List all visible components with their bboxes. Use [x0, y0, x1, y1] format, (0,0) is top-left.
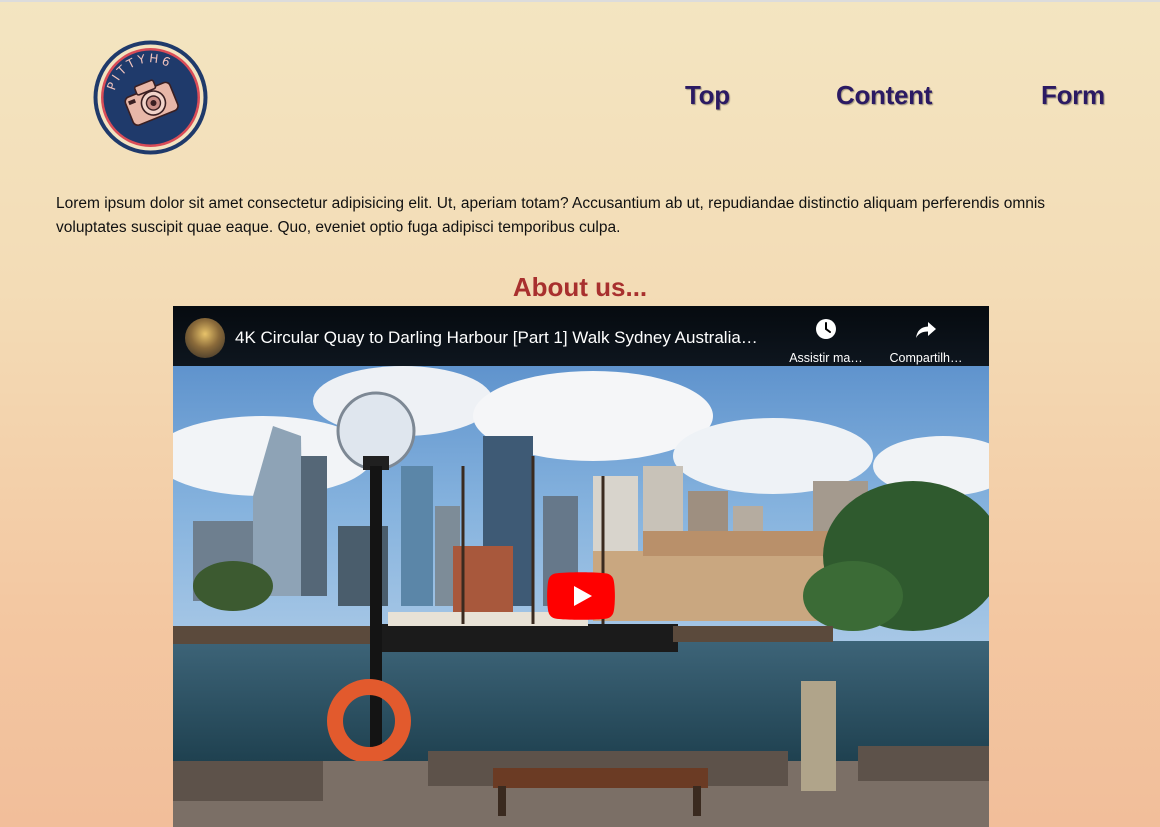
share-label: Compartilh… — [889, 351, 963, 365]
nav-link-top[interactable]: Top — [685, 80, 730, 111]
clock-icon — [816, 319, 836, 339]
share-button[interactable]: Compartilh… — [881, 318, 971, 365]
video-title[interactable]: 4K Circular Quay to Darling Harbour [Par… — [235, 328, 780, 348]
top-border — [0, 0, 1160, 2]
video-thumbnail — [173, 306, 989, 827]
nav-link-content[interactable]: Content — [836, 80, 932, 111]
video-title-bar: 4K Circular Quay to Darling Harbour [Par… — [173, 306, 989, 366]
share-icon — [916, 322, 936, 338]
main-nav: Top Content Form — [0, 80, 1160, 116]
play-icon — [547, 572, 615, 620]
video-embed[interactable]: 4K Circular Quay to Darling Harbour [Par… — [173, 306, 989, 827]
channel-avatar[interactable] — [185, 318, 225, 358]
nav-link-form[interactable]: Form — [1041, 80, 1105, 111]
about-heading: About us... — [512, 272, 648, 302]
watch-later-label: Assistir ma… — [789, 351, 863, 365]
watch-later-button[interactable]: Assistir ma… — [781, 318, 871, 365]
intro-paragraph: Lorem ipsum dolor sit amet consectetur a… — [56, 195, 1046, 236]
play-button[interactable] — [547, 572, 615, 620]
